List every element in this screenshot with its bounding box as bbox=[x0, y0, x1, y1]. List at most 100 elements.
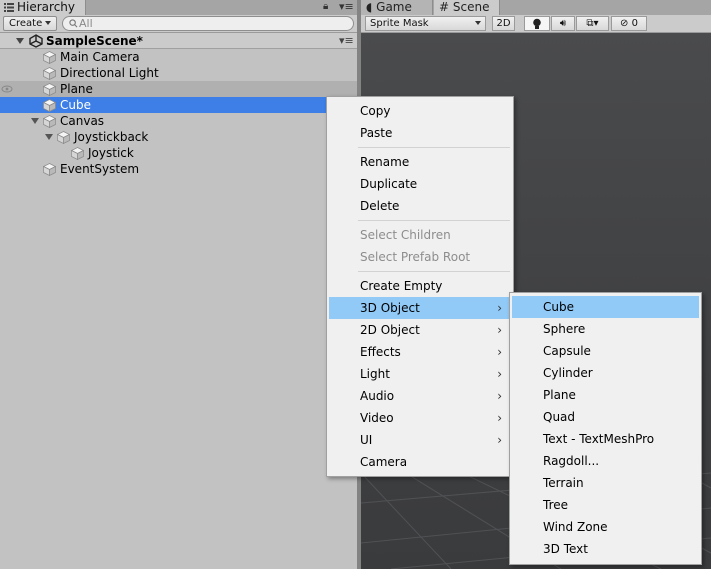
hierarchy-item-canvas[interactable]: Canvas bbox=[0, 113, 357, 129]
submenu-item-plane[interactable]: Plane bbox=[512, 384, 699, 406]
draw-mode-dropdown[interactable]: Sprite Mask bbox=[365, 16, 486, 31]
game-icon: ◖ bbox=[366, 0, 373, 14]
hierarchy-item-label: Joystick bbox=[88, 146, 134, 160]
lightbulb-icon bbox=[533, 18, 541, 29]
expand-arrow-icon[interactable] bbox=[31, 118, 39, 124]
submenu-item-capsule[interactable]: Capsule bbox=[512, 340, 699, 362]
hierarchy-item-main-camera[interactable]: Main Camera bbox=[0, 49, 357, 65]
menu-item-label: 2D Object bbox=[360, 323, 420, 337]
submenu-item-sphere[interactable]: Sphere bbox=[512, 318, 699, 340]
effects-layers-icon: ⧉▾ bbox=[586, 18, 599, 29]
submenu-item-wind-zone[interactable]: Wind Zone bbox=[512, 516, 699, 538]
tab-hierarchy-label: Hierarchy bbox=[17, 0, 76, 14]
hidden-objects-toggle[interactable]: ⊘ 0 bbox=[611, 16, 647, 31]
submenu-arrow-icon: › bbox=[497, 411, 502, 425]
submenu-item-3d-text[interactable]: 3D Text bbox=[512, 538, 699, 560]
context-menu: Copy Paste Rename Duplicate Delete Selec… bbox=[326, 96, 514, 477]
tab-scene-label: Scene bbox=[452, 0, 490, 14]
hierarchy-item-label: Main Camera bbox=[60, 50, 140, 64]
hierarchy-item-directional-light[interactable]: Directional Light bbox=[0, 65, 357, 81]
submenu-item-cube[interactable]: Cube bbox=[512, 296, 699, 318]
submenu-item-tree[interactable]: Tree bbox=[512, 494, 699, 516]
menu-item-camera[interactable]: Camera bbox=[329, 451, 511, 473]
menu-item-delete[interactable]: Delete bbox=[329, 195, 511, 217]
menu-separator bbox=[358, 220, 510, 221]
submenu-arrow-icon: › bbox=[497, 345, 502, 359]
tab-scene[interactable]: # Scene bbox=[434, 0, 500, 15]
menu-item-audio[interactable]: Audio › bbox=[329, 385, 511, 407]
hierarchy-panel: Hierarchy 🔒︎ ▾≡ Create All SampleScene* … bbox=[0, 0, 357, 569]
visibility-eye-icon[interactable] bbox=[0, 81, 14, 97]
gameobject-cube-icon bbox=[43, 163, 56, 176]
unity-logo-icon bbox=[29, 34, 43, 48]
menu-item-2d-object[interactable]: 2D Object › bbox=[329, 319, 511, 341]
speaker-icon: 🔊︎ bbox=[559, 18, 567, 29]
menu-item-ui[interactable]: UI › bbox=[329, 429, 511, 451]
menu-item-copy[interactable]: Copy bbox=[329, 100, 511, 122]
hierarchy-item-cube[interactable]: Cube bbox=[0, 97, 326, 113]
scene-effects-dropdown[interactable]: ⧉▾ bbox=[576, 16, 609, 31]
dropdown-caret-icon bbox=[45, 21, 51, 25]
submenu-item-terrain[interactable]: Terrain bbox=[512, 472, 699, 494]
hierarchy-search-input[interactable]: All bbox=[62, 16, 354, 31]
list-icon bbox=[4, 3, 14, 12]
create-dropdown-button[interactable]: Create bbox=[3, 16, 57, 31]
menu-item-rename[interactable]: Rename bbox=[329, 151, 511, 173]
search-icon bbox=[69, 19, 78, 28]
menu-item-label: UI bbox=[360, 433, 373, 447]
expand-arrow-icon[interactable] bbox=[45, 134, 53, 140]
menu-item-label: Video bbox=[360, 411, 394, 425]
hierarchy-item-label: Canvas bbox=[60, 114, 105, 128]
menu-item-3d-object[interactable]: 3D Object › bbox=[329, 297, 511, 319]
menu-separator bbox=[358, 147, 510, 148]
menu-item-label: Effects bbox=[360, 345, 401, 359]
scene-toolbar: Sprite Mask 2D 🔊︎ ⧉▾ ⊘ 0 bbox=[361, 15, 711, 33]
menu-item-label: 3D Object bbox=[360, 301, 420, 315]
gameobject-cube-icon bbox=[57, 131, 70, 144]
hierarchy-item-eventsystem[interactable]: EventSystem bbox=[0, 161, 357, 177]
menu-item-create-empty[interactable]: Create Empty bbox=[329, 275, 511, 297]
search-placeholder: All bbox=[79, 17, 93, 30]
toggle-2d-button[interactable]: 2D bbox=[492, 16, 515, 31]
hierarchy-item-label: Plane bbox=[60, 82, 93, 96]
scene-grid-icon: # bbox=[439, 0, 450, 14]
submenu-item-text-textmeshpro[interactable]: Text - TextMeshPro bbox=[512, 428, 699, 450]
hierarchy-item-joystickback[interactable]: Joystickback bbox=[0, 129, 357, 145]
tab-game-label: Game bbox=[376, 0, 412, 14]
gameobject-cube-icon bbox=[43, 51, 56, 64]
lock-icon[interactable]: 🔒︎ bbox=[323, 1, 328, 12]
draw-mode-label: Sprite Mask bbox=[370, 18, 429, 29]
tab-game[interactable]: ◖ Game bbox=[361, 0, 433, 15]
menu-item-label: Light bbox=[360, 367, 390, 381]
gameobject-cube-icon bbox=[43, 115, 56, 128]
submenu-arrow-icon: › bbox=[497, 323, 502, 337]
submenu-arrow-icon: › bbox=[497, 433, 502, 447]
scene-audio-toggle[interactable]: 🔊︎ bbox=[551, 16, 575, 31]
submenu-item-cylinder[interactable]: Cylinder bbox=[512, 362, 699, 384]
hierarchy-item-label: EventSystem bbox=[60, 162, 140, 176]
hierarchy-item-label: Cube bbox=[60, 98, 91, 112]
hierarchy-tab-bar: Hierarchy 🔒︎ ▾≡ bbox=[0, 0, 357, 15]
menu-item-effects[interactable]: Effects › bbox=[329, 341, 511, 363]
hierarchy-item-plane[interactable]: Plane bbox=[0, 81, 357, 97]
submenu-arrow-icon: › bbox=[497, 301, 502, 315]
submenu-item-quad[interactable]: Quad bbox=[512, 406, 699, 428]
gameobject-cube-icon bbox=[43, 83, 56, 96]
panel-menu-icon[interactable]: ▾≡ bbox=[339, 0, 354, 13]
hierarchy-item-joystick[interactable]: Joystick bbox=[0, 145, 357, 161]
expand-arrow-icon[interactable] bbox=[16, 38, 24, 44]
scene-lighting-toggle[interactable] bbox=[524, 16, 550, 31]
scene-menu-icon[interactable]: ▾≡ bbox=[339, 33, 354, 49]
menu-item-video[interactable]: Video › bbox=[329, 407, 511, 429]
gameobject-cube-icon bbox=[43, 67, 56, 80]
submenu-item-ragdoll[interactable]: Ragdoll... bbox=[512, 450, 699, 472]
tab-hierarchy[interactable]: Hierarchy bbox=[0, 0, 86, 15]
menu-item-select-prefab-root: Select Prefab Root bbox=[360, 250, 471, 264]
create-button-label: Create bbox=[9, 18, 43, 29]
menu-item-light[interactable]: Light › bbox=[329, 363, 511, 385]
scene-root-row[interactable]: SampleScene* ▾≡ bbox=[0, 33, 357, 49]
hidden-count: 0 bbox=[631, 18, 638, 29]
menu-item-duplicate[interactable]: Duplicate bbox=[329, 173, 511, 195]
menu-item-label: Audio bbox=[360, 389, 395, 403]
menu-item-paste[interactable]: Paste bbox=[329, 122, 511, 144]
